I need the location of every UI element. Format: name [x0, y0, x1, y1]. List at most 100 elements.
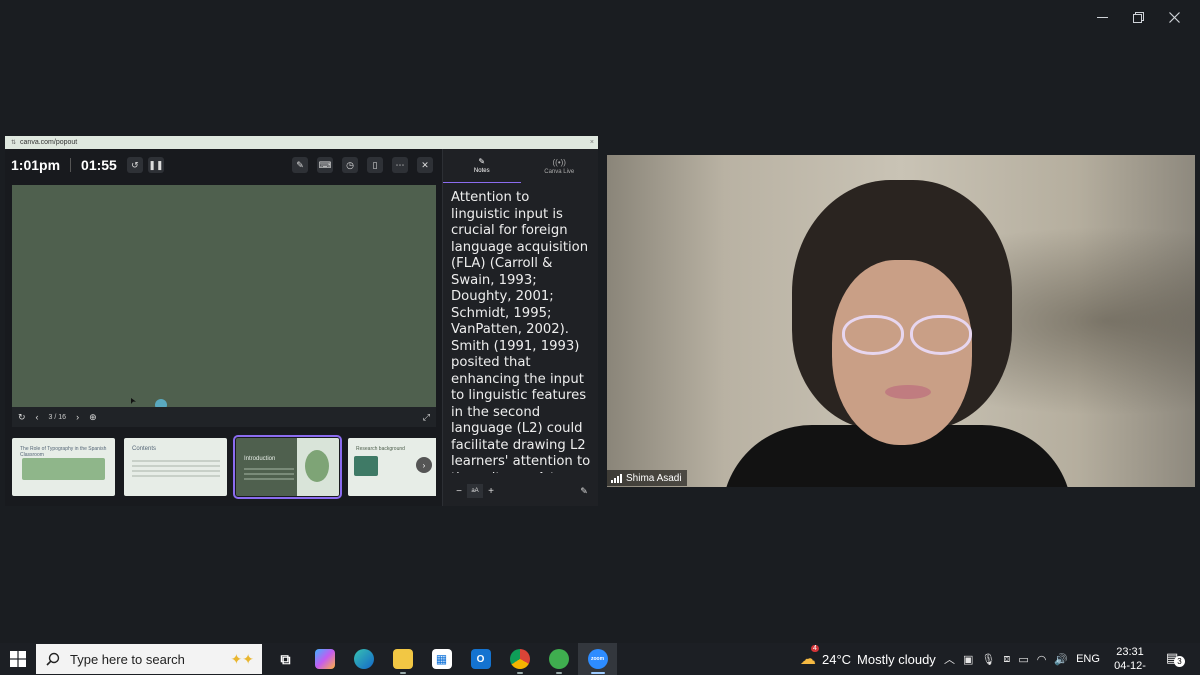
site-settings-icon[interactable]: ⇅ [11, 139, 16, 146]
windows-taskbar: Type here to search ✦✦ ⧉ ▦ O zoom ☁ 4 24… [0, 643, 1200, 675]
wifi-icon[interactable]: ◠ [1037, 653, 1047, 666]
edge-button[interactable] [344, 643, 383, 675]
windows-logo-icon [10, 651, 26, 667]
notes-icon: ✎ [478, 157, 486, 166]
canva-popout-window: ⇅ canva.com/popout × 1:01pm 01:55 ↺ ❚❚ ✎… [5, 136, 598, 506]
notification-center-button[interactable]: ▤ 3 [1166, 650, 1185, 667]
tab-canva-live[interactable]: ((•)) Canva Live [521, 149, 599, 183]
chrome-icon [509, 649, 530, 669]
notes-toolbar: − aA + ✎ [451, 484, 592, 498]
current-time: 1:01pm [11, 157, 61, 173]
decrease-font-icon[interactable]: − [451, 484, 467, 498]
presenter-view: 1:01pm 01:55 ↺ ❚❚ ✎ ⌨ ◷ ▯ ⋯ ✕ ↻ ‹ 3 / 16… [5, 149, 442, 506]
store-button[interactable]: ▦ [422, 643, 461, 675]
clock-date: 04-12-2025 [1114, 660, 1146, 675]
participant-name: Shima Asadi [626, 472, 682, 484]
participant-lips [885, 385, 931, 399]
weather-badge: 4 [811, 645, 819, 652]
zoom-button[interactable]: zoom [578, 643, 617, 675]
search-placeholder: Type here to search [70, 651, 185, 667]
participant-name-tag: Shima Asadi [607, 470, 687, 486]
url-bar-close-icon[interactable]: × [590, 139, 594, 146]
app-green-icon [548, 649, 569, 669]
weather-icon: ☁ 4 [800, 645, 819, 668]
language-indicator[interactable]: ENG [1076, 653, 1100, 665]
zoom-icon[interactable]: ⊕ [89, 412, 97, 423]
meet-now-icon[interactable]: ▣ [963, 653, 973, 666]
speaker-notes-text: Attention to linguistic input is crucial… [451, 190, 591, 473]
reset-timer-icon[interactable]: ↺ [126, 157, 143, 173]
task-view-icon: ⧉ [280, 650, 291, 667]
close-icon [1168, 11, 1180, 23]
fullscreen-icon[interactable]: ⤢ [423, 412, 430, 423]
zoom-icon: zoom [587, 649, 608, 669]
timer-icon[interactable]: ◷ [342, 157, 358, 173]
thumbnail-text-lines [132, 460, 220, 480]
glasses-right-lens [910, 315, 972, 355]
copilot-icon [314, 649, 335, 669]
file-explorer-button[interactable] [383, 643, 422, 675]
start-button[interactable] [0, 643, 36, 675]
task-view-button[interactable]: ⧉ [266, 643, 305, 675]
url-bar: ⇅ canva.com/popout × [5, 136, 598, 149]
restore-button[interactable] [1120, 6, 1156, 28]
folder-icon [392, 649, 413, 669]
participant-video [607, 155, 1195, 487]
magic-shortcuts-icon[interactable]: ✎ [292, 157, 308, 173]
slide-counter: 3 / 16 [48, 413, 67, 421]
thumbnail-title: Contents [132, 446, 157, 452]
close-presenter-icon[interactable]: ✕ [417, 157, 433, 173]
minimize-button[interactable] [1084, 6, 1120, 28]
battery-icon[interactable]: ▭ [1018, 653, 1028, 666]
notes-tabs: ✎ Notes ((•)) Canva Live [443, 149, 598, 183]
search-icon [46, 652, 60, 666]
minimize-icon [1096, 16, 1108, 18]
weather-widget[interactable]: ☁ 4 24°C Mostly cloudy [800, 643, 936, 675]
slide-thumbnail-2[interactable]: Contents [124, 438, 227, 496]
clock-time: 23:31 [1116, 646, 1144, 658]
elapsed-timer: 01:55 [81, 157, 117, 173]
close-button[interactable] [1156, 6, 1192, 28]
app-green-button[interactable] [539, 643, 578, 675]
pinned-apps: ⧉ ▦ O zoom [266, 643, 617, 675]
prev-slide-icon[interactable]: ‹ [36, 412, 39, 422]
chrome-button[interactable] [500, 643, 539, 675]
outlook-button[interactable]: O [461, 643, 500, 675]
store-icon: ▦ [431, 649, 452, 669]
url-text: canva.com/popout [20, 139, 78, 146]
search-highlight-icon: ✦✦ [230, 650, 254, 667]
tab-notes-label: Notes [473, 168, 490, 174]
slide-thumbnail-1[interactable]: The Role of Typography in the Spanish Cl… [12, 438, 115, 496]
camera-icon[interactable]: ⧈ [1003, 653, 1010, 666]
notification-count: 3 [1174, 656, 1185, 667]
edit-notes-icon[interactable]: ✎ [576, 484, 592, 498]
current-slide [12, 185, 436, 407]
increase-font-icon[interactable]: + [483, 484, 499, 498]
glasses-left-lens [842, 315, 904, 355]
tab-canva-live-label: Canva Live [544, 168, 575, 175]
taskbar-search-box[interactable]: Type here to search ✦✦ [36, 644, 262, 674]
keyboard-icon[interactable]: ⌨ [317, 157, 333, 173]
thumbnail-title: Introduction [244, 456, 276, 462]
font-size-label[interactable]: aA [467, 484, 483, 498]
remote-icon[interactable]: ▯ [367, 157, 383, 173]
show-hidden-icons-icon[interactable]: ︿ [944, 651, 955, 667]
notes-panel: ✎ Notes ((•)) Canva Live Attention to li… [442, 149, 598, 506]
copilot-button[interactable] [305, 643, 344, 675]
next-slide-icon[interactable]: › [76, 412, 79, 422]
volume-icon[interactable]: 🔊 [1054, 653, 1068, 666]
weather-temperature: 24°C [822, 651, 852, 667]
microphone-icon[interactable]: 🎙 [981, 653, 995, 666]
thumbnail-image [22, 458, 105, 480]
slide-thumbnail-3[interactable]: Introduction [233, 435, 342, 499]
tab-notes[interactable]: ✎ Notes [443, 149, 521, 183]
restore-icon [1132, 11, 1144, 23]
thumbnail-image [354, 456, 378, 476]
clock[interactable]: 23:31 04-12-2025 [1106, 645, 1154, 675]
more-options-icon[interactable]: ⋯ [392, 157, 408, 173]
thumbnails-next-icon[interactable]: › [416, 457, 432, 473]
broadcast-icon: ((•)) [552, 157, 566, 167]
replay-icon[interactable]: ↻ [18, 412, 26, 423]
signal-strength-icon [611, 473, 622, 483]
pause-icon[interactable]: ❚❚ [147, 157, 164, 173]
